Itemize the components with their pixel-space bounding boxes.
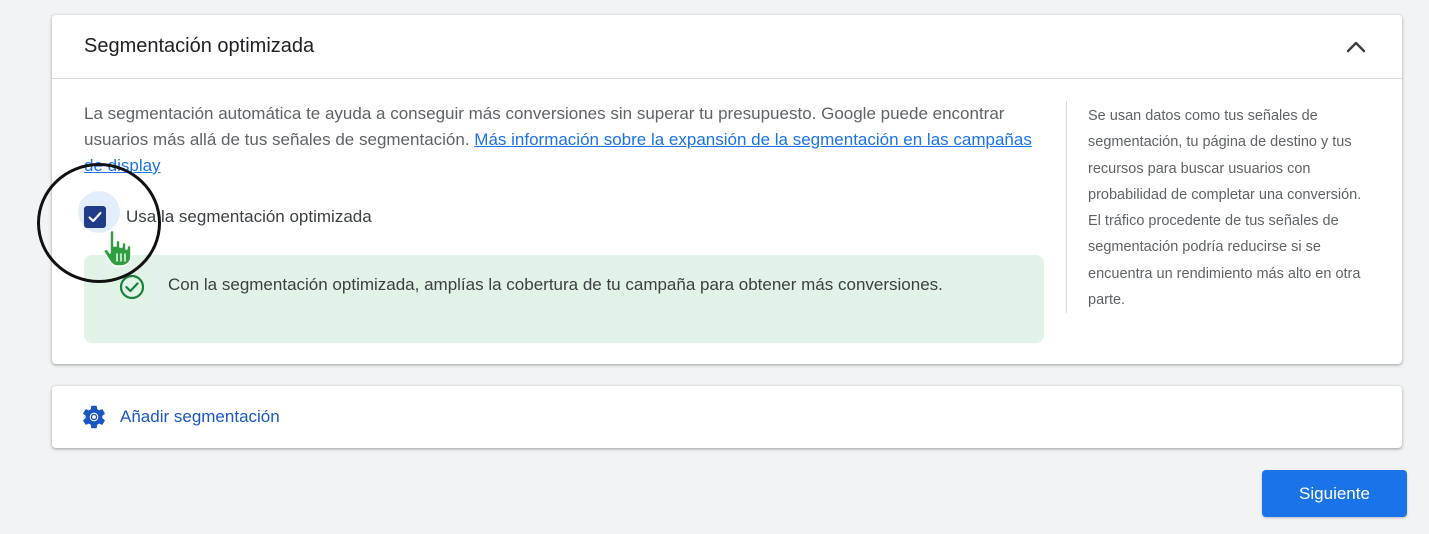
chevron-up-icon bbox=[1346, 41, 1366, 53]
description-block: La segmentación automática te ayuda a co… bbox=[84, 101, 1044, 179]
next-button[interactable]: Siguiente bbox=[1262, 470, 1407, 517]
optimized-targeting-checkbox[interactable] bbox=[84, 206, 106, 228]
info-banner: Con la segmentación optimizada, amplías … bbox=[84, 255, 1044, 343]
checkbox-label: Usa la segmentación optimizada bbox=[126, 207, 372, 226]
side-note: Se usan datos como tus señales de segmen… bbox=[1088, 108, 1362, 309]
section-title: Segmentación optimizada bbox=[84, 35, 315, 57]
check-circle-icon bbox=[119, 274, 145, 300]
optimized-targeting-card: Segmentación optimizada La segmentación … bbox=[52, 15, 1402, 364]
card-header[interactable]: Segmentación optimizada bbox=[52, 15, 1402, 79]
add-targeting-label: Añadir segmentación bbox=[120, 407, 280, 426]
collapse-button[interactable] bbox=[1340, 31, 1372, 63]
divider bbox=[1066, 101, 1067, 313]
checkmark-icon bbox=[88, 211, 102, 223]
add-targeting-card: Añadir segmentación bbox=[52, 386, 1402, 448]
optimized-targeting-option[interactable]: Usa la segmentación optimizada bbox=[84, 203, 372, 231]
add-targeting-button[interactable]: Añadir segmentación bbox=[80, 403, 280, 431]
gear-icon bbox=[83, 405, 105, 429]
info-message: Con la segmentación optimizada, amplías … bbox=[168, 275, 943, 294]
description: La segmentación automática te ayuda a co… bbox=[84, 101, 1044, 179]
